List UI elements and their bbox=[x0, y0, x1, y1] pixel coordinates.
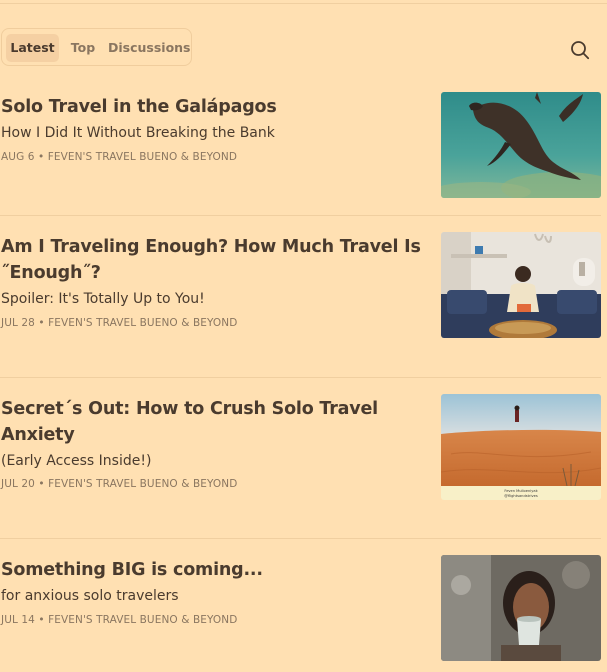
post-title[interactable]: Am I Traveling Enough? How Much Travel I… bbox=[1, 234, 421, 286]
tab-latest[interactable]: Latest bbox=[6, 34, 59, 62]
post-divider bbox=[0, 215, 601, 216]
post-item[interactable]: Something BIG is coming... for anxious s… bbox=[0, 555, 607, 672]
photo-credit-name: Feven Mulloeniyak bbox=[504, 489, 538, 493]
woman-reading-image bbox=[441, 232, 601, 338]
search-icon[interactable] bbox=[570, 40, 590, 60]
post-meta: JUL 28 • FEVEN'S TRAVEL BUENO & BEYOND bbox=[1, 317, 238, 329]
tab-discussions[interactable]: Discussions bbox=[108, 34, 191, 62]
post-meta: JUL 14 • FEVEN'S TRAVEL BUENO & BEYOND bbox=[1, 614, 238, 626]
post-thumbnail[interactable] bbox=[441, 232, 601, 338]
post-thumbnail[interactable] bbox=[441, 555, 601, 661]
post-title[interactable]: Something BIG is coming... bbox=[1, 557, 421, 583]
post-title[interactable]: Solo Travel in the Galápagos bbox=[1, 94, 421, 120]
post-subtitle: (Early Access Inside!) bbox=[1, 453, 152, 469]
post-item[interactable]: Solo Travel in the Galápagos How I Did I… bbox=[0, 92, 607, 202]
post-item[interactable]: Secret´s Out: How to Crush Solo Travel A… bbox=[0, 394, 607, 524]
post-meta: JUL 20 • FEVEN'S TRAVEL BUENO & BEYOND bbox=[1, 478, 238, 490]
post-filter-tabs: Latest Top Discussions bbox=[1, 28, 192, 66]
post-thumbnail[interactable] bbox=[441, 92, 601, 198]
tab-top[interactable]: Top bbox=[65, 34, 101, 62]
post-subtitle: for anxious solo travelers bbox=[1, 588, 179, 604]
post-meta: AUG 6 • FEVEN'S TRAVEL BUENO & BEYOND bbox=[1, 151, 238, 163]
top-divider bbox=[0, 3, 607, 4]
post-subtitle: Spoiler: It's Totally Up to You! bbox=[1, 291, 205, 307]
post-divider bbox=[0, 377, 601, 378]
post-title[interactable]: Secret´s Out: How to Crush Solo Travel A… bbox=[1, 396, 421, 448]
woman-coffee-image bbox=[441, 555, 601, 661]
post-divider bbox=[0, 538, 601, 539]
photo-credit-handle: @flightsandstrives bbox=[504, 494, 538, 498]
post-thumbnail[interactable]: Feven Mulloeniyak @flightsandstrives bbox=[441, 394, 601, 500]
post-subtitle: How I Did It Without Breaking the Bank bbox=[1, 125, 275, 141]
post-item[interactable]: Am I Traveling Enough? How Much Travel I… bbox=[0, 232, 607, 362]
sea-lion-image bbox=[441, 92, 601, 198]
desert-image: Feven Mulloeniyak @flightsandstrives bbox=[441, 394, 601, 500]
